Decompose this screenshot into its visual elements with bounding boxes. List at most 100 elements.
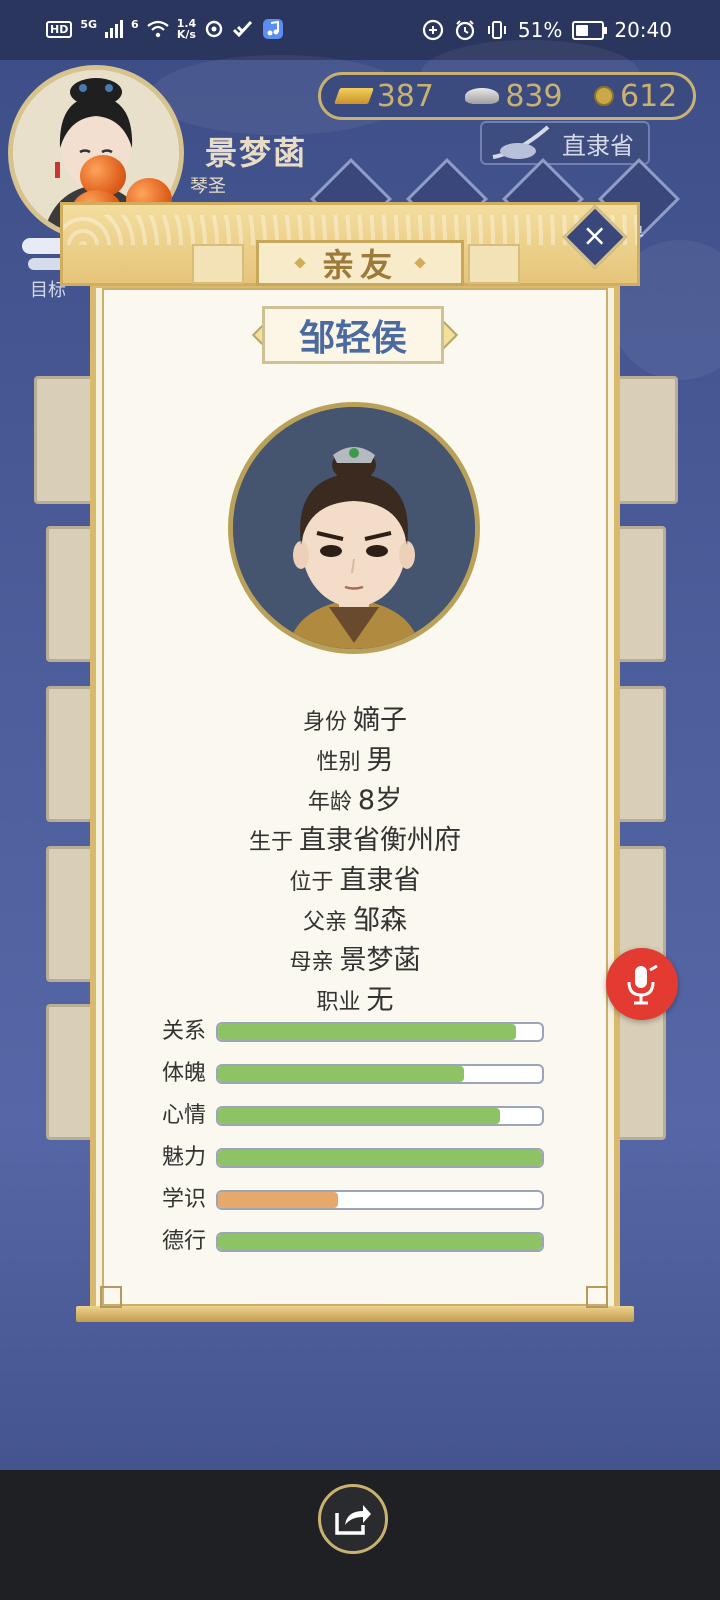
stat-label: 学识	[162, 1187, 207, 1212]
info-father: 父亲 邹森	[102, 898, 608, 937]
person-name: 邹轻侯	[298, 318, 407, 359]
tab-side-panel	[192, 244, 244, 284]
background-card	[614, 686, 666, 822]
corner-ornament	[586, 1286, 608, 1308]
wifi-icon	[147, 20, 169, 38]
status-right: 51% 20:40	[422, 18, 672, 42]
hd-badge: HD	[46, 20, 73, 38]
copper-currency: 612	[594, 79, 677, 114]
info-value: 男	[366, 745, 394, 776]
wifi-superscript: 6	[131, 18, 139, 31]
stat-bar-track	[216, 1190, 544, 1210]
silver-amount: 839	[505, 78, 563, 114]
currency-bar: 387 839 612	[318, 72, 696, 120]
person-portrait	[228, 402, 480, 654]
clock-time: 20:40	[614, 18, 672, 42]
info-label: 身份	[302, 710, 347, 735]
tab-side-panel	[468, 244, 520, 284]
gold-amount: 387	[376, 78, 434, 114]
corner-ornament	[100, 1286, 122, 1308]
stat-bar-fill	[218, 1192, 338, 1208]
gold-bar-icon	[333, 88, 374, 104]
stat-bar-track	[216, 1148, 544, 1168]
province-button[interactable]: 直隶省	[480, 121, 650, 165]
dialog-tab-title: 亲友	[256, 240, 464, 286]
signal-icon	[105, 20, 124, 38]
status-left: HD 5G 6 1.4 K/s	[46, 18, 284, 40]
gold-currency: 387	[333, 78, 434, 114]
silver-ingot-icon	[465, 88, 500, 104]
microphone-icon	[627, 964, 658, 1005]
info-value: 直隶省衡州府	[299, 825, 461, 856]
info-label: 母亲	[289, 950, 334, 975]
copper-amount: 612	[620, 78, 678, 114]
network-speed: 1.4 K/s	[177, 18, 197, 40]
person-name-plate: 邹轻侯	[262, 306, 444, 364]
stat-bar-track	[216, 1064, 544, 1084]
battery-icon	[572, 20, 608, 40]
data-saver-icon	[422, 19, 444, 41]
player-title: 琴圣	[190, 176, 226, 197]
close-icon: ×	[582, 218, 608, 254]
info-label: 年龄	[307, 790, 352, 815]
stat-bar-fill	[218, 1234, 542, 1250]
silver-currency: 839	[465, 78, 563, 114]
player-name: 景梦菡	[205, 134, 308, 172]
stat-label: 体魄	[162, 1061, 207, 1086]
copper-coin-icon	[594, 86, 614, 106]
info-age: 年龄 8岁	[102, 778, 608, 817]
info-birthplace: 生于 直隶省衡州府	[102, 818, 608, 857]
person-portrait-illustration	[233, 407, 475, 649]
speed-unit: K/s	[176, 28, 196, 41]
title-dot-ornament	[414, 257, 426, 269]
swirl-app-icon	[205, 20, 223, 38]
info-value: 邹森	[353, 905, 407, 936]
info-label: 生于	[248, 830, 293, 855]
map-brush-icon	[492, 125, 550, 159]
vibrate-icon	[487, 21, 506, 39]
info-value: 嫡子	[353, 705, 407, 736]
info-label: 父亲	[302, 910, 347, 935]
info-label: 职业	[316, 990, 361, 1015]
info-occupation: 职业无	[102, 978, 608, 1017]
background-card	[614, 1004, 666, 1140]
info-label: 位于	[289, 870, 334, 895]
music-app-icon	[263, 19, 284, 39]
dialog-scroll-rod	[76, 1306, 634, 1322]
stat-bar-fill	[218, 1108, 500, 1124]
info-gender: 性别男	[102, 738, 608, 777]
stat-bar-track	[216, 1022, 544, 1042]
info-value: 景梦菡	[339, 945, 421, 976]
info-label: 性别	[316, 750, 361, 775]
info-mother: 母亲 景梦菡	[102, 938, 608, 977]
stat-mood: 心情	[162, 1104, 546, 1128]
check-app-icon	[233, 20, 253, 38]
background-card	[610, 376, 678, 504]
info-value: 直隶省	[339, 865, 421, 896]
stat-label: 心情	[162, 1103, 207, 1128]
stat-bar-fill	[218, 1066, 465, 1082]
title-dot-ornament	[294, 257, 306, 269]
share-button[interactable]	[318, 1484, 388, 1554]
voice-input-button[interactable]	[606, 948, 678, 1020]
stat-bar-fill	[218, 1150, 542, 1166]
info-value: 无	[366, 985, 394, 1016]
stat-knowledge: 学识	[162, 1188, 546, 1212]
stat-label: 德行	[162, 1229, 207, 1254]
stat-bar-track	[216, 1106, 544, 1126]
stat-relationship: 关系	[162, 1020, 546, 1044]
stat-bar-track	[216, 1232, 544, 1252]
stat-charm: 魅力	[162, 1146, 546, 1170]
stat-label: 魅力	[162, 1145, 207, 1170]
province-label: 直隶省	[562, 131, 634, 160]
info-value: 8岁	[357, 785, 403, 816]
stat-label: 关系	[162, 1019, 207, 1044]
stat-physique: 体魄	[162, 1062, 546, 1086]
dialog-title: 亲友	[321, 246, 398, 284]
battery-percent: 51%	[517, 18, 563, 42]
background-card	[614, 526, 666, 662]
stat-bar-fill	[218, 1024, 517, 1040]
alarm-icon	[455, 20, 475, 41]
network-type: 5G	[80, 18, 98, 31]
share-icon	[335, 1505, 371, 1535]
